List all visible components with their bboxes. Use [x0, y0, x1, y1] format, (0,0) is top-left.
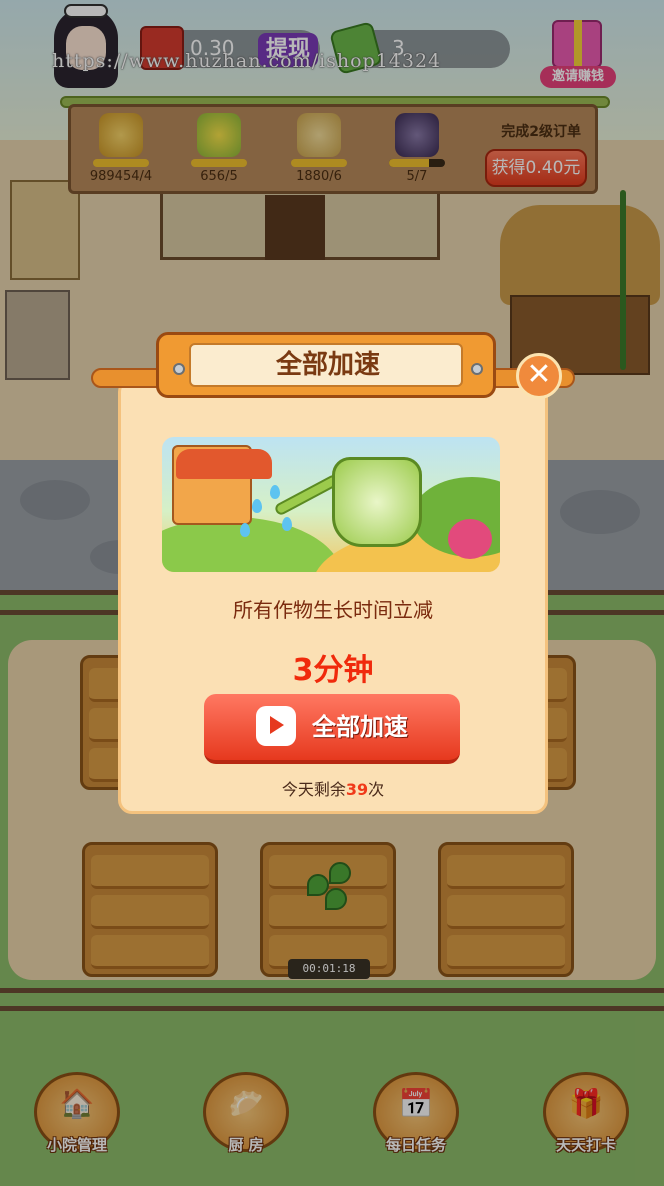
dialog-title: 全部加速	[275, 350, 380, 380]
dialog-description: 所有作物生长时间立减	[233, 598, 433, 622]
close-button[interactable]: ✕	[516, 353, 562, 399]
remaining-uses: 今天剩余39次	[281, 780, 385, 799]
remaining-count: 39	[345, 780, 369, 799]
barn-icon	[172, 445, 272, 525]
watering-can-banner	[162, 437, 500, 572]
watering-can-icon	[332, 457, 422, 547]
radish-icon	[448, 519, 492, 559]
video-ad-icon	[256, 706, 296, 746]
dialog-title-plate: 全部加速	[156, 332, 496, 398]
speed-up-all-button[interactable]: 全部加速	[204, 694, 460, 764]
time-reduction-amount: 3分钟	[292, 653, 374, 688]
